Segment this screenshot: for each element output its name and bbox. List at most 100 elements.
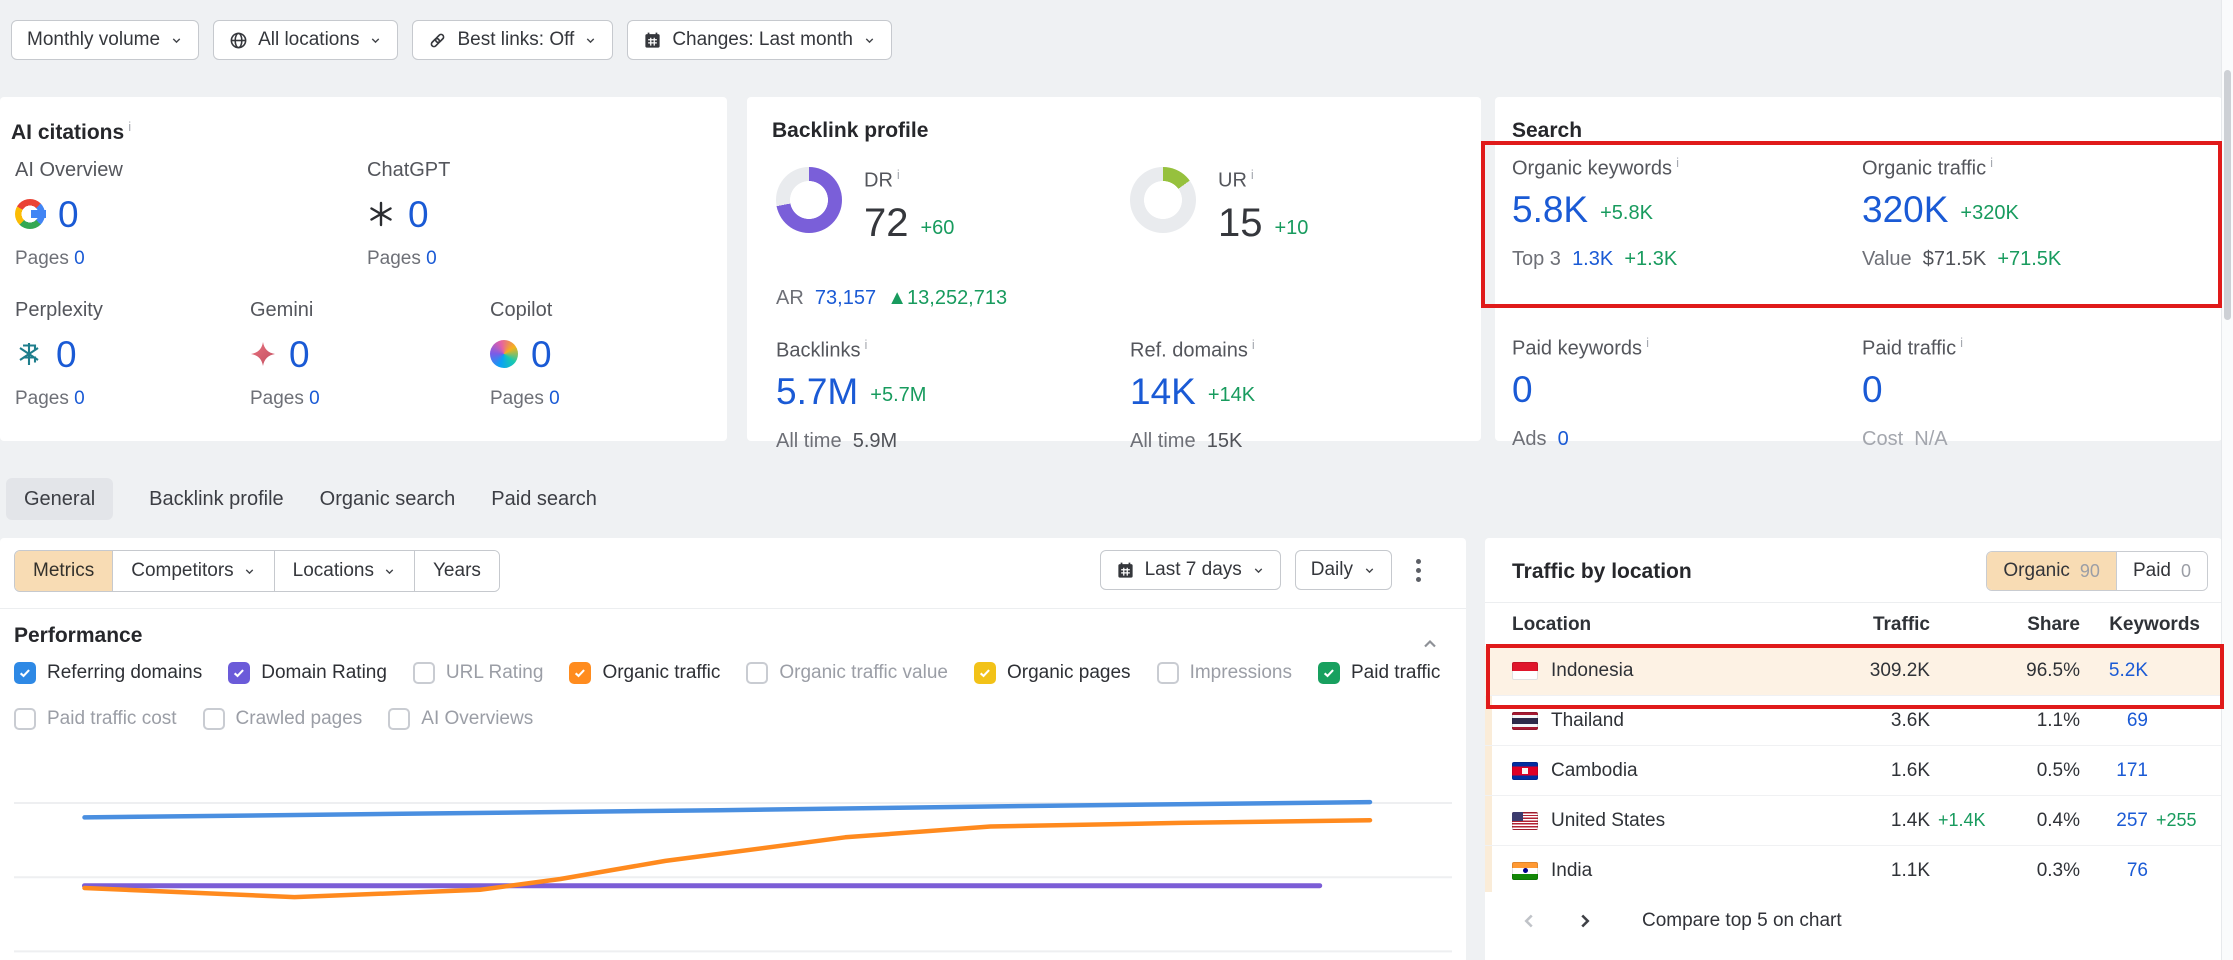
copilot-count[interactable]: 0 bbox=[531, 336, 552, 373]
panel-divider bbox=[1485, 602, 2222, 603]
search-card: Search Organic keywordsi 5.8K+5.8K Top 3… bbox=[1495, 97, 2222, 441]
pages-count-link[interactable]: 0 bbox=[309, 388, 320, 409]
ref-domains-value[interactable]: 14K bbox=[1130, 373, 1196, 410]
authority-rank-value[interactable]: 73,157 bbox=[815, 287, 876, 309]
chatgpt-count[interactable]: 0 bbox=[408, 196, 429, 233]
page-scrollbar[interactable] bbox=[2221, 0, 2233, 960]
segment-years[interactable]: Years bbox=[414, 551, 499, 591]
backlinks-value[interactable]: 5.7M bbox=[776, 373, 858, 410]
tab-general[interactable]: General bbox=[6, 478, 113, 520]
paid-keywords-value[interactable]: 0 bbox=[1512, 371, 1533, 408]
tab-organic-search[interactable]: Organic search bbox=[320, 488, 456, 511]
info-icon[interactable]: i bbox=[1990, 155, 1993, 170]
best-links-filter-button[interactable]: Best links: Off bbox=[412, 20, 613, 60]
compare-top5-link[interactable]: Compare top 5 on chart bbox=[1642, 910, 1842, 932]
info-icon[interactable]: i bbox=[1960, 335, 1963, 350]
chevron-down-icon bbox=[1252, 564, 1265, 577]
top3-keywords-link[interactable]: 1.3K bbox=[1572, 248, 1613, 270]
info-icon[interactable]: i bbox=[864, 337, 867, 352]
keywords-count-link[interactable]: 257 bbox=[2116, 810, 2148, 831]
info-icon[interactable]: i bbox=[1252, 337, 1255, 352]
segment-metrics[interactable]: Metrics bbox=[15, 551, 112, 591]
granularity-label: Daily bbox=[1311, 559, 1353, 581]
chevron-down-icon bbox=[243, 565, 256, 578]
info-icon[interactable]: i bbox=[1676, 155, 1679, 170]
locations-filter-button[interactable]: All locations bbox=[213, 20, 398, 60]
paid-traffic-value[interactable]: 0 bbox=[1862, 371, 1883, 408]
checkbox-organic-traffic-value[interactable]: Organic traffic value bbox=[746, 662, 948, 684]
segment-competitors[interactable]: Competitors bbox=[112, 551, 273, 591]
segment-locations[interactable]: Locations bbox=[274, 551, 414, 591]
changes-filter-button[interactable]: Changes: Last month bbox=[627, 20, 892, 60]
ai-citations-card: AI citationsi AI Overview 0 Pages 0 Chat… bbox=[0, 97, 727, 441]
link-icon bbox=[428, 31, 447, 50]
date-range-button[interactable]: Last 7 days bbox=[1100, 550, 1281, 590]
checkbox-url-rating[interactable]: URL Rating bbox=[413, 662, 544, 684]
organic-keywords-value[interactable]: 5.8K bbox=[1512, 191, 1588, 228]
keywords-count-link[interactable]: 5.2K bbox=[2109, 660, 2148, 681]
toggle-paid[interactable]: Paid0 bbox=[2116, 552, 2207, 590]
ai-citation-perplexity: Perplexity 0 Pages 0 bbox=[15, 299, 245, 410]
granularity-button[interactable]: Daily bbox=[1295, 550, 1392, 590]
checkbox-referring-domains[interactable]: Referring domains bbox=[14, 662, 202, 684]
pagination-prev-icon[interactable] bbox=[1518, 910, 1540, 932]
organic-paid-toggle: Organic90 Paid0 bbox=[1986, 551, 2208, 591]
checkbox-crawled-pages[interactable]: Crawled pages bbox=[203, 708, 363, 730]
ref-domains-block: Ref. domainsi 14K+14K All time 15K bbox=[1130, 337, 1255, 453]
table-row-india[interactable]: India 1.1K 0.3% 76 bbox=[1485, 845, 2222, 895]
chevron-down-icon bbox=[383, 565, 396, 578]
organic-traffic-value[interactable]: 320K bbox=[1862, 191, 1948, 228]
scrollbar-thumb[interactable] bbox=[2224, 70, 2231, 320]
organic-keywords-block: Organic keywordsi 5.8K+5.8K Top 3 1.3K +… bbox=[1512, 155, 1679, 271]
date-range-label: Last 7 days bbox=[1145, 559, 1242, 581]
info-icon[interactable]: i bbox=[1251, 167, 1254, 182]
keywords-count-link[interactable]: 171 bbox=[2116, 760, 2148, 781]
pages-count-link[interactable]: 0 bbox=[549, 388, 560, 409]
toggle-organic[interactable]: Organic90 bbox=[1987, 552, 2116, 590]
table-row-united-states[interactable]: United States 1.4K +1.4K 0.4% 257 +255 bbox=[1485, 795, 2222, 845]
chevron-up-icon[interactable] bbox=[1420, 634, 1440, 654]
checkbox-organic-pages[interactable]: Organic pages bbox=[974, 662, 1131, 684]
checkbox-organic-traffic[interactable]: Organic traffic bbox=[569, 662, 720, 684]
filters-toolbar: Monthly volume All locations Best links:… bbox=[11, 20, 892, 60]
keywords-count-link[interactable]: 69 bbox=[2127, 710, 2148, 731]
authority-rank-delta: ▲13,252,713 bbox=[887, 287, 1007, 309]
volume-filter-button[interactable]: Monthly volume bbox=[11, 20, 199, 60]
kebab-menu-icon[interactable] bbox=[1406, 550, 1430, 590]
chevron-down-icon bbox=[584, 34, 597, 47]
pages-count-link[interactable]: 0 bbox=[74, 388, 85, 409]
checkbox-paid-traffic-cost[interactable]: Paid traffic cost bbox=[14, 708, 177, 730]
domain-rating-donut bbox=[776, 167, 842, 233]
checkbox-ai-overviews[interactable]: AI Overviews bbox=[388, 708, 533, 730]
table-row-cambodia[interactable]: Cambodia 1.6K 0.5% 171 bbox=[1485, 745, 2222, 795]
checkbox-icon bbox=[974, 662, 996, 684]
info-icon[interactable]: i bbox=[128, 119, 131, 134]
backlinks-delta: +5.7M bbox=[870, 384, 926, 410]
tab-paid-search[interactable]: Paid search bbox=[491, 488, 597, 511]
checkbox-icon bbox=[746, 662, 768, 684]
pages-count-link[interactable]: 0 bbox=[74, 248, 85, 269]
checkbox-domain-rating[interactable]: Domain Rating bbox=[228, 662, 387, 684]
gemini-count[interactable]: 0 bbox=[289, 336, 310, 373]
table-row-indonesia[interactable]: Indonesia 309.2K 96.5% 5.2K bbox=[1485, 646, 2222, 695]
pages-count-link[interactable]: 0 bbox=[426, 248, 437, 269]
metric-checkbox-row-2: Paid traffic cost Crawled pages AI Overv… bbox=[14, 708, 533, 730]
url-rating-donut bbox=[1130, 167, 1196, 233]
checkbox-icon bbox=[14, 708, 36, 730]
keywords-count-link[interactable]: 76 bbox=[2127, 860, 2148, 881]
performance-title: Performance bbox=[14, 624, 142, 648]
checkbox-icon bbox=[413, 662, 435, 684]
info-icon[interactable]: i bbox=[897, 167, 900, 182]
tab-backlink-profile[interactable]: Backlink profile bbox=[149, 488, 284, 511]
info-icon[interactable]: i bbox=[1646, 335, 1649, 350]
table-row-thailand[interactable]: Thailand 3.6K 1.1% 69 bbox=[1485, 695, 2222, 745]
checkbox-paid-traffic[interactable]: Paid traffic bbox=[1318, 662, 1440, 684]
backlink-profile-title: Backlink profile bbox=[772, 119, 928, 143]
pagination-next-icon[interactable] bbox=[1574, 910, 1596, 932]
checkbox-icon bbox=[569, 662, 591, 684]
chevron-down-icon bbox=[369, 34, 382, 47]
checkbox-impressions[interactable]: Impressions bbox=[1157, 662, 1292, 684]
perplexity-count[interactable]: 0 bbox=[56, 336, 77, 373]
ads-count-link[interactable]: 0 bbox=[1558, 428, 1569, 450]
ai-overview-count[interactable]: 0 bbox=[58, 196, 79, 233]
